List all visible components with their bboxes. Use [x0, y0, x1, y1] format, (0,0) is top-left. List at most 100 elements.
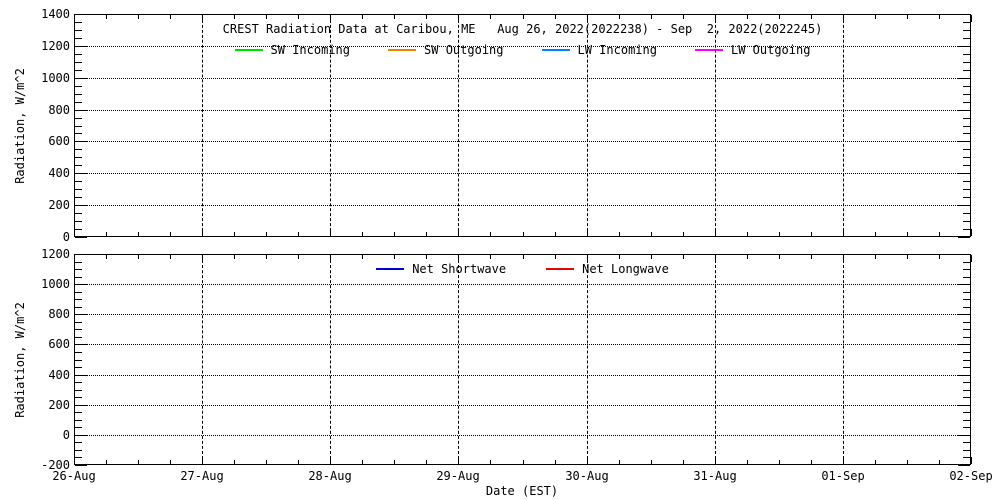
y-tick-label: 800 — [18, 103, 70, 117]
x-minor-tick — [619, 15, 620, 19]
y-tick — [75, 322, 82, 323]
y-tick — [963, 450, 970, 451]
horizontal-gridline — [75, 46, 970, 47]
x-tick-label: 30-Aug — [565, 469, 608, 483]
x-tick-label: 27-Aug — [180, 469, 223, 483]
x-minor-tick — [234, 15, 235, 19]
x-tick — [74, 457, 75, 464]
x-minor-tick — [394, 15, 395, 19]
x-minor-tick — [106, 255, 107, 259]
x-minor-tick — [138, 460, 139, 464]
y-tick — [75, 133, 82, 134]
legend-item: Net Shortwave — [376, 262, 506, 276]
y-tick — [963, 277, 970, 278]
y-tick — [75, 420, 82, 421]
x-minor-tick — [555, 232, 556, 236]
y-tick — [75, 397, 82, 398]
y-tick — [963, 94, 970, 95]
vertical-gridline — [587, 255, 588, 464]
vertical-gridline — [458, 15, 459, 236]
vertical-gridline — [458, 255, 459, 464]
x-minor-tick — [170, 255, 171, 259]
vertical-gridline — [715, 15, 716, 236]
y-tick — [963, 457, 970, 458]
x-minor-tick — [779, 15, 780, 19]
x-minor-tick — [490, 255, 491, 259]
y-tick — [963, 213, 970, 214]
x-tick-label: 28-Aug — [308, 469, 351, 483]
x-tick — [74, 229, 75, 236]
x-minor-tick — [683, 460, 684, 464]
x-minor-tick — [298, 232, 299, 236]
y-tick — [963, 22, 970, 23]
y-tick — [963, 292, 970, 293]
y-tick — [963, 412, 970, 413]
y-tick — [75, 277, 82, 278]
x-minor-tick — [939, 255, 940, 259]
y-tick — [75, 337, 82, 338]
x-minor-tick — [106, 460, 107, 464]
y-tick — [958, 254, 970, 255]
legend-item: Net Longwave — [546, 262, 669, 276]
y-tick — [963, 221, 970, 222]
x-minor-tick — [426, 15, 427, 19]
x-tick — [971, 457, 972, 464]
y-tick — [963, 427, 970, 428]
y-tick — [75, 390, 82, 391]
y-tick — [75, 86, 82, 87]
y-tick — [963, 197, 970, 198]
y-tick — [75, 450, 82, 451]
x-minor-tick — [939, 460, 940, 464]
x-minor-tick — [394, 460, 395, 464]
vertical-gridline — [330, 15, 331, 236]
vertical-gridline — [715, 255, 716, 464]
x-minor-tick — [651, 255, 652, 259]
y-tick — [75, 254, 87, 255]
x-tick-label: 02-Sep — [949, 469, 992, 483]
horizontal-gridline — [75, 284, 970, 285]
y-tick — [75, 62, 82, 63]
horizontal-gridline — [75, 205, 970, 206]
x-minor-tick — [170, 15, 171, 19]
y-tick — [963, 102, 970, 103]
y-tick — [963, 126, 970, 127]
x-minor-tick — [939, 15, 940, 19]
legend-line-swatch — [388, 49, 416, 51]
x-minor-tick — [523, 255, 524, 259]
x-minor-tick — [266, 255, 267, 259]
x-minor-tick — [523, 460, 524, 464]
y-tick — [963, 189, 970, 190]
y-tick — [75, 126, 82, 127]
y-tick — [963, 442, 970, 443]
horizontal-gridline — [75, 110, 970, 111]
horizontal-gridline — [75, 375, 970, 376]
horizontal-gridline — [75, 435, 970, 436]
x-minor-tick — [651, 15, 652, 19]
x-tick — [971, 229, 972, 236]
x-minor-tick — [939, 232, 940, 236]
y-tick — [963, 307, 970, 308]
y-tick — [75, 157, 82, 158]
x-minor-tick — [138, 15, 139, 19]
y-tick — [75, 197, 82, 198]
x-minor-tick — [523, 15, 524, 19]
x-minor-tick — [362, 232, 363, 236]
y-tick-label: 1200 — [18, 247, 70, 261]
y-tick-label: 400 — [18, 166, 70, 180]
y-tick-label: 0 — [18, 428, 70, 442]
x-minor-tick — [234, 255, 235, 259]
y-tick — [75, 22, 82, 23]
x-minor-tick — [138, 255, 139, 259]
x-minor-tick — [362, 15, 363, 19]
x-minor-tick — [747, 15, 748, 19]
y-tick — [963, 62, 970, 63]
x-minor-tick — [875, 232, 876, 236]
x-minor-tick — [619, 232, 620, 236]
x-minor-tick — [619, 255, 620, 259]
vertical-gridline — [202, 255, 203, 464]
vertical-gridline — [587, 15, 588, 236]
x-minor-tick — [426, 460, 427, 464]
x-minor-tick — [523, 232, 524, 236]
y-tick-label: 1200 — [18, 39, 70, 53]
bottom-chart-plot-frame — [74, 254, 971, 465]
